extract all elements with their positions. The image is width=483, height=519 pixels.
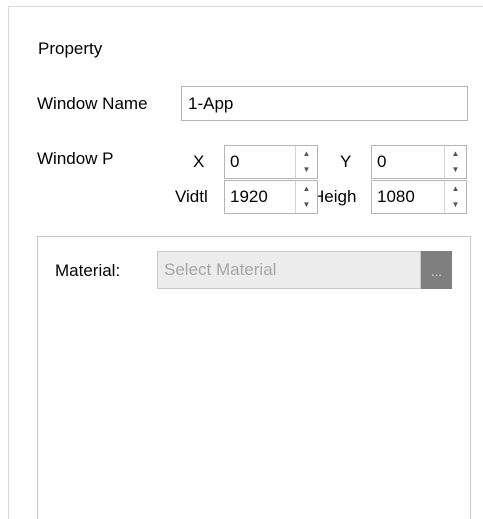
spin-up-icon[interactable]: ▲ (296, 181, 317, 197)
height-value: 1080 (377, 187, 415, 206)
y-spin-arrows: ▲ ▼ (444, 146, 466, 178)
panel-border-top (8, 6, 483, 7)
x-label: X (193, 152, 205, 171)
window-name-label: Window Name (37, 94, 148, 113)
height-spinbox[interactable]: 1080 ▲ ▼ (371, 180, 467, 214)
material-label: Material: (55, 261, 121, 280)
width-spin-arrows: ▲ ▼ (295, 181, 317, 213)
width-value: 1920 (230, 187, 268, 206)
spin-down-icon[interactable]: ▼ (296, 162, 317, 178)
x-spinbox[interactable]: 0 ▲ ▼ (224, 145, 318, 179)
spin-down-icon[interactable]: ▼ (445, 197, 466, 213)
material-browse-button[interactable]: ... (421, 251, 452, 289)
panel-border-left (8, 6, 9, 519)
width-spinbox[interactable]: 1920 ▲ ▼ (224, 180, 318, 214)
y-spinbox[interactable]: 0 ▲ ▼ (371, 145, 467, 179)
property-title: Property (38, 39, 103, 58)
spin-up-icon[interactable]: ▲ (445, 181, 466, 197)
y-value: 0 (377, 152, 387, 171)
spin-up-icon[interactable]: ▲ (445, 146, 466, 162)
window-position-label: Window P (37, 149, 114, 168)
height-label: Heigh (318, 187, 357, 206)
material-select-field[interactable]: Select Material (157, 251, 421, 289)
x-value: 0 (230, 152, 240, 171)
spin-down-icon[interactable]: ▼ (445, 162, 466, 178)
x-spin-arrows: ▲ ▼ (295, 146, 317, 178)
height-label-clip: Heigh (318, 186, 371, 208)
width-label: Vidtl (175, 187, 208, 206)
property-panel: Property Window Name 1-App Window P X 0 … (0, 0, 483, 519)
height-spin-arrows: ▲ ▼ (444, 181, 466, 213)
spin-up-icon[interactable]: ▲ (296, 146, 317, 162)
spin-down-icon[interactable]: ▼ (296, 197, 317, 213)
window-name-input[interactable]: 1-App (181, 86, 468, 121)
y-label: Y (340, 152, 352, 171)
